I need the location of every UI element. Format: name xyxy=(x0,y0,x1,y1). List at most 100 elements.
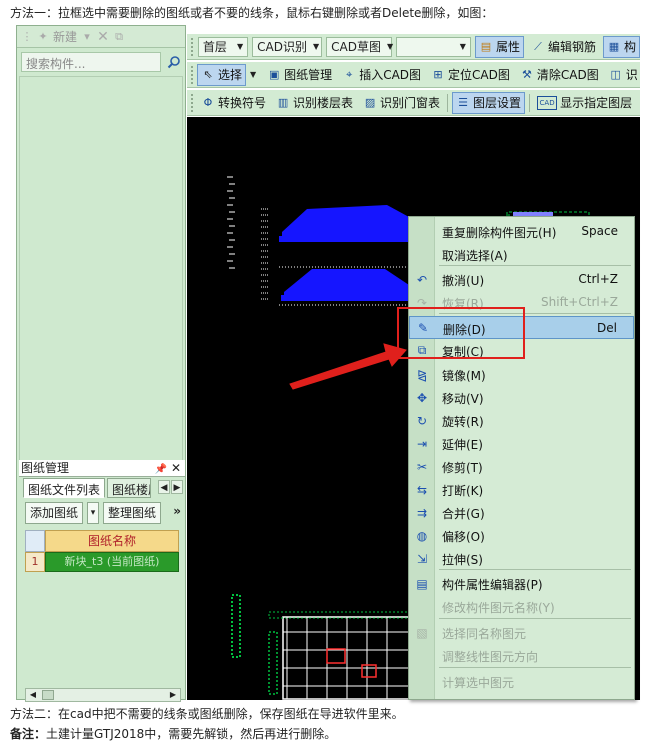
organize-drawing-button[interactable]: 整理图纸 xyxy=(103,502,162,524)
menu-item-14[interactable]: ◍ 偏移(O) xyxy=(409,524,634,547)
show-layer-button[interactable]: CAD 显示指定图层 xyxy=(534,92,635,114)
menu-item-label: 调整线性图元方向 xyxy=(442,650,539,664)
tab-drawing-file-list[interactable]: 图纸文件列表 xyxy=(23,478,106,498)
menu-item-15[interactable]: ⇲ 拉伸(S) xyxy=(409,547,634,570)
menu-item-12[interactable]: ⇆ 打断(K) xyxy=(409,478,634,501)
insert-cad-button[interactable]: ⌖ 插入CAD图 xyxy=(339,64,424,86)
menu-item-label: 计算选中图元 xyxy=(442,676,515,690)
menu-item-19[interactable]: 调整线性图元方向 xyxy=(409,644,634,667)
drawing-management-panel: 图纸管理 📌 ✕ 图纸文件列表 图纸楼层 ◀ ▶ 添加图纸 ▾ 整理图纸 » 图… xyxy=(19,460,185,702)
floor-table-icon: ▥ xyxy=(277,96,289,109)
properties-icon: ▤ xyxy=(480,40,492,53)
tab-scroll-right-icon[interactable]: ▶ xyxy=(171,480,183,494)
grid-icon: ▦ xyxy=(608,40,620,53)
menu-item-17[interactable]: 修改构件图元名称(Y) xyxy=(409,595,634,618)
cad-identify-select[interactable]: CAD识别 ▼ xyxy=(252,36,323,57)
toolbar-cad: ⇖ 选择 ▼ ▣ 图纸管理 ⌖ 插入CAD图 ⊞ 定位CAD图 ⚒ 清除CAD图 ◫ 识 xyxy=(187,62,640,88)
horizontal-scrollbar[interactable]: ◀ ▶ xyxy=(25,688,181,702)
toolbar-identify: Φ 转换符号 ▥ 识别楼层表 ▨ 识别门窗表 ☰ 图层设置 CAD 显示指定图层 xyxy=(187,90,640,116)
drawing-table: 图纸名称 1 新块_t3 (当前图纸) xyxy=(25,530,179,600)
search-input[interactable]: 搜索构件... xyxy=(21,52,161,72)
menu-separator xyxy=(439,618,631,619)
menu-item-9[interactable]: ↻ 旋转(R) xyxy=(409,409,634,432)
menu-item-7[interactable]: ⧎ 镜像(M) xyxy=(409,363,634,386)
drawing-manage-button[interactable]: ▣ 图纸管理 xyxy=(264,64,335,86)
instruction-method-one: 方法一：拉框选中需要删除的图纸或者不要的线条，鼠标右键删除或者Delete删除，… xyxy=(10,6,494,20)
cad-elevation-bottom xyxy=(284,269,411,297)
menu-item-13[interactable]: ⇉ 合并(G) xyxy=(409,501,634,524)
new-icon[interactable]: ✦ xyxy=(37,30,49,43)
chevron-down-icon[interactable]: ▾ xyxy=(81,30,93,43)
menu-item-shortcut: Del xyxy=(597,321,617,335)
component-panel: ⋮ ✦ 新建 ▾ ✕ ⧉ 搜索构件... 图纸管理 📌 ✕ 图纸文件列表 图纸楼… xyxy=(16,25,186,702)
layer-settings-button[interactable]: ☰ 图层设置 xyxy=(452,91,526,114)
menu-item-label: 打断(K) xyxy=(442,484,484,498)
properties-button[interactable]: ▤ 属性 xyxy=(474,35,524,58)
menu-item-label: 延伸(E) xyxy=(442,438,483,452)
cad-elevation-top xyxy=(282,205,412,239)
floor-select[interactable]: 首层 ▼ xyxy=(197,36,249,57)
menu-item-16[interactable]: ▤ 构件属性编辑器(P) xyxy=(409,572,634,595)
add-drawing-button[interactable]: 添加图纸 xyxy=(25,502,84,524)
close-icon[interactable]: ✕ xyxy=(97,30,109,44)
menu-item-20[interactable]: 计算选中图元 xyxy=(409,670,634,693)
component-tree[interactable] xyxy=(19,76,183,482)
menu-item-shortcut: Shift+Ctrl+Z xyxy=(541,295,618,309)
toolbar-grip xyxy=(191,37,194,56)
component-list-button[interactable]: ▦ 构 xyxy=(602,35,640,58)
drawing-manage-icon: ▣ xyxy=(268,68,280,81)
menu-item-18[interactable]: ▧ 选择同名称图元 xyxy=(409,621,634,644)
chevron-down-icon[interactable]: ▼ xyxy=(250,68,256,82)
stretch-icon: ⇲ xyxy=(416,551,428,566)
scroll-thumb[interactable] xyxy=(42,690,54,700)
add-drawing-dropdown[interactable]: ▾ xyxy=(87,502,100,524)
grip-icon: ⋮ xyxy=(21,29,33,43)
cursor-icon: ⇖ xyxy=(203,68,213,81)
close-icon[interactable]: ✕ xyxy=(171,460,181,477)
menu-separator xyxy=(439,265,631,266)
convert-symbol-button[interactable]: Φ 转换符号 xyxy=(198,92,269,114)
move-icon: ✥ xyxy=(416,390,428,405)
table-row[interactable]: 新块_t3 (当前图纸) xyxy=(45,552,179,572)
menu-item-label: 移动(V) xyxy=(442,392,484,406)
menu-item-label: 修剪(T) xyxy=(442,461,483,475)
identify-door-window-button[interactable]: ▨ 识别门窗表 xyxy=(360,92,443,114)
cad-sketch-select[interactable]: CAD草图 ▼ xyxy=(326,36,393,57)
select-button[interactable]: ⇖ 选择 xyxy=(197,63,247,86)
edit-rebar-button[interactable]: ⟋ 编辑钢筋 xyxy=(528,36,599,58)
identify-icon: ◫ xyxy=(610,68,621,81)
scroll-left-icon[interactable]: ◀ xyxy=(26,689,40,701)
component-select[interactable]: ▼ xyxy=(396,36,471,57)
menu-item-label: 旋转(R) xyxy=(442,415,484,429)
menu-item-8[interactable]: ✥ 移动(V) xyxy=(409,386,634,409)
menu-item-11[interactable]: ✂ 修剪(T) xyxy=(409,455,634,478)
identify-floor-table-button[interactable]: ▥ 识别楼层表 xyxy=(273,92,356,114)
merge-icon: ⇉ xyxy=(416,505,428,520)
menu-item-1[interactable]: 重复删除构件图元(H) Space xyxy=(409,220,634,243)
scroll-right-icon[interactable]: ▶ xyxy=(166,689,180,701)
undo-icon: ↶ xyxy=(416,272,428,287)
tab-drawing-floors[interactable]: 图纸楼层 xyxy=(107,478,152,498)
layer-settings-icon: ☰ xyxy=(458,96,468,109)
locate-cad-button[interactable]: ⊞ 定位CAD图 xyxy=(428,64,513,86)
pin-icon[interactable]: 📌 xyxy=(155,461,167,478)
menu-item-label: 构件属性编辑器(P) xyxy=(442,578,543,592)
cad-icon: CAD xyxy=(537,95,558,110)
menu-item-label: 选择同名称图元 xyxy=(442,627,527,641)
table-row-number[interactable]: 1 xyxy=(25,552,45,572)
insert-cad-icon: ⌖ xyxy=(346,67,353,81)
menu-item-10[interactable]: ⇥ 延伸(E) xyxy=(409,432,634,455)
clear-cad-button[interactable]: ⚒ 清除CAD图 xyxy=(517,64,602,86)
column-header-drawing-name[interactable]: 图纸名称 xyxy=(45,530,179,552)
new-button[interactable]: 新建 xyxy=(53,28,77,45)
drawing-panel-title: 图纸管理 📌 ✕ xyxy=(19,460,185,477)
copy-icon[interactable]: ⧉ xyxy=(113,30,125,43)
toolbar-floor: 首层 ▼ CAD识别 ▼ CAD草图 ▼ ▼ ▤ 属性 ⟋ 编辑钢筋 ▦ 构 xyxy=(187,34,640,60)
menu-item-3[interactable]: ↶ 撤消(U) Ctrl+Z xyxy=(409,268,634,291)
search-icon[interactable] xyxy=(165,52,183,72)
menu-separator xyxy=(439,569,631,570)
more-chevron-icon[interactable]: » xyxy=(173,504,181,518)
tab-scroll-left-icon[interactable]: ◀ xyxy=(158,480,170,494)
identify-button[interactable]: ◫ 识 xyxy=(606,64,640,86)
menu-item-2[interactable]: 取消选择(A) xyxy=(409,243,634,266)
